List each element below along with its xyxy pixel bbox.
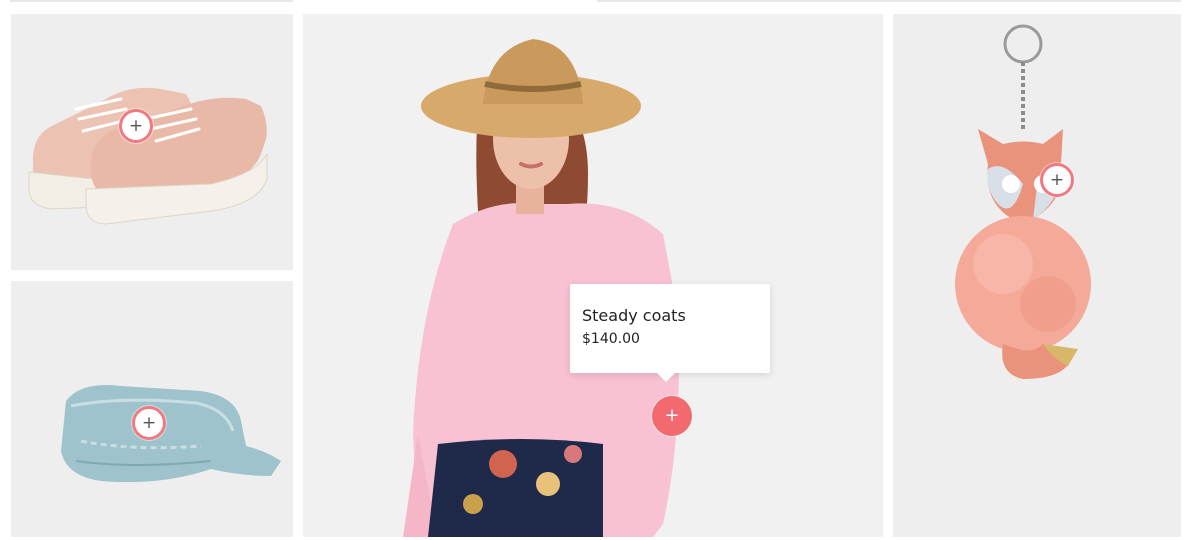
plus-icon: + xyxy=(664,405,680,426)
model-image xyxy=(403,39,679,537)
sneakers-hotspot-button[interactable]: + xyxy=(119,109,153,143)
top-divider-right xyxy=(597,0,1181,2)
sneakers-image xyxy=(28,87,268,225)
product-tile-bandana[interactable]: + xyxy=(11,281,293,537)
plus-icon: + xyxy=(1049,169,1065,190)
top-divider-left xyxy=(10,0,293,2)
keychain-image xyxy=(955,24,1091,379)
product-tile-model[interactable]: Steady coats $140.00 + xyxy=(303,14,883,537)
bandana-hotspot-button[interactable]: + xyxy=(132,406,166,440)
tooltip-product-name: Steady coats xyxy=(582,306,686,325)
keychain-hotspot-button[interactable]: + xyxy=(1040,163,1074,197)
plus-icon: + xyxy=(141,412,157,433)
tooltip-product-price: $140.00 xyxy=(582,331,640,347)
product-tile-sneakers[interactable]: + xyxy=(11,14,293,270)
product-tooltip: Steady coats $140.00 xyxy=(570,284,770,382)
model-hotspot-button[interactable]: + xyxy=(652,396,692,436)
product-tile-keychain[interactable]: + xyxy=(893,14,1181,537)
plus-icon: + xyxy=(128,115,144,136)
